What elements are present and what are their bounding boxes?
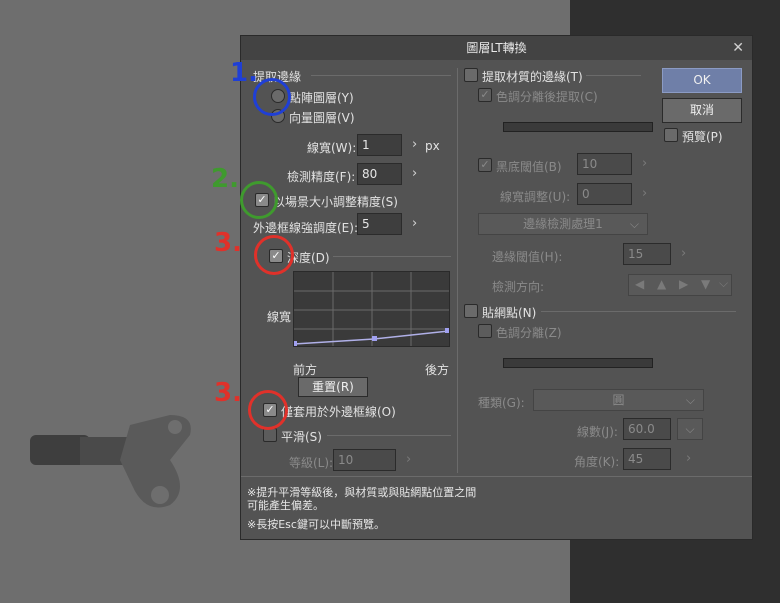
halftone-checkbox[interactable] [464, 304, 478, 318]
graph-back-label: 後方 [425, 363, 450, 377]
key-object-illustration [30, 415, 191, 508]
halftone-label: 貼網點(N) [482, 306, 537, 320]
angle-label: 角度(K): [574, 455, 620, 469]
note-smoothing-line1: ※提升平滑等級後，與材質或與貼網點位置之間 [247, 486, 477, 499]
halftone-color-sep-label: 色調分離(Z) [496, 326, 562, 340]
type-select[interactable]: 圓 ⌵ [533, 389, 704, 411]
cancel-button[interactable]: 取消 [662, 98, 742, 123]
outer-emphasis-input[interactable]: 5 [357, 213, 402, 235]
edge-thresh-input[interactable]: 15 [623, 243, 671, 265]
close-icon[interactable]: ✕ [732, 36, 744, 60]
direction-picker[interactable]: ◀ ▲ ▶ ▼ ⌵ [628, 274, 732, 296]
note-smoothing-line2: 可能產生偏差。 [247, 499, 324, 512]
smooth-checkbox[interactable] [263, 428, 277, 442]
material-color-sep-checkbox[interactable]: ✓ [478, 88, 492, 102]
vector-radio-label: 向量圖層(V) [289, 111, 355, 125]
note-smoothing: ※提升平滑等級後，與材質或與貼網點位置之間 可能產生偏差。 [247, 486, 476, 512]
graph-point[interactable] [372, 336, 377, 341]
graph-point[interactable] [293, 341, 297, 346]
detect-accuracy-label: 檢測精度(F): [287, 170, 356, 184]
note-esc: ※長按Esc鍵可以中斷預覽。 [247, 518, 385, 531]
marker-3a-circle [254, 235, 294, 275]
divider [333, 256, 451, 257]
graph-y-label: 線寬 [267, 310, 292, 324]
arrow-left-icon[interactable]: ◀ [635, 277, 644, 291]
edge-thresh-chevron-icon[interactable]: › [681, 246, 686, 261]
chevron-down-icon: ⌵ [685, 393, 695, 407]
angle-chevron-icon[interactable]: › [686, 451, 691, 466]
line-width-unit: px [425, 139, 440, 153]
apply-outer-label: 僅套用於外邊框線(O) [281, 405, 396, 419]
line-adjust-chevron-icon[interactable]: › [642, 186, 647, 201]
material-extract-label: 提取材質的邊緣(T) [482, 70, 583, 84]
angle-input[interactable]: 45 [623, 448, 671, 470]
black-thresh-chevron-icon[interactable]: › [642, 156, 647, 171]
black-thresh-input[interactable]: 10 [577, 153, 632, 175]
marker-1: 1. [230, 58, 258, 88]
marker-2: 2. [211, 164, 239, 194]
ok-button[interactable]: OK [662, 68, 742, 93]
divider [241, 476, 752, 477]
graph-point[interactable] [445, 328, 450, 333]
direction-label: 檢測方向: [492, 280, 545, 294]
chevron-down-icon: ⌵ [629, 217, 639, 231]
chevron-down-icon: ⌵ [685, 422, 695, 436]
arrow-down-icon[interactable]: ▼ [701, 277, 710, 291]
black-thresh-checkbox[interactable]: ✓ [478, 158, 492, 172]
smooth-level-label: 等級(L): [289, 456, 334, 470]
dialog-titlebar: 圖層LT轉換 [241, 36, 752, 60]
raster-radio-label: 點陣圖層(Y) [289, 91, 354, 105]
layer-lt-conversion-dialog: 圖層LT轉換 ✕ 提取邊緣 點陣圖層(Y) 向量圖層(V) 線寬(W): 1 ›… [240, 35, 753, 540]
outer-emphasis-label: 外邊框線強調度(E): [253, 221, 358, 235]
material-slider-track[interactable] [503, 122, 653, 132]
black-thresh-label: 黑底閾值(B) [496, 160, 562, 174]
divider [327, 435, 451, 436]
marker-3a: 3. [214, 228, 242, 258]
line-width-chevron-icon[interactable]: › [412, 137, 417, 152]
smooth-level-chevron-icon[interactable]: › [406, 452, 411, 467]
dialog-title: 圖層LT轉換 [466, 41, 527, 55]
edge-thresh-label: 邊緣閾值(H): [492, 250, 563, 264]
marker-2-circle [240, 181, 278, 219]
depth-graph[interactable] [293, 271, 450, 347]
limit-label: 以場景大小調整精度(S) [273, 195, 398, 209]
divider [311, 75, 451, 76]
line-width-input[interactable]: 1 [357, 134, 402, 156]
reset-button[interactable]: 重置(R) [298, 377, 368, 397]
type-value: 圓 [612, 393, 625, 407]
preview-checkbox[interactable] [664, 128, 678, 142]
line-adjust-label: 線寬調整(U): [500, 190, 571, 204]
lines-dropdown[interactable]: ⌵ [677, 418, 703, 440]
arrow-right-icon[interactable]: ▶ [679, 277, 688, 291]
line-adjust-input[interactable]: 0 [577, 183, 632, 205]
halftone-color-sep-checkbox[interactable] [478, 324, 492, 338]
detect-accuracy-input[interactable]: 80 [357, 163, 402, 185]
smooth-level-input[interactable]: 10 [333, 449, 396, 471]
graph-front-label: 前方 [293, 363, 318, 377]
lines-label: 線數(J): [577, 425, 618, 439]
detect-accuracy-chevron-icon[interactable]: › [412, 166, 417, 181]
lines-input[interactable]: 60.0 [623, 418, 671, 440]
edge-detect-select[interactable]: 邊緣檢測處理1 ⌵ [478, 213, 648, 235]
halftone-slider-track[interactable] [503, 358, 653, 368]
type-label: 種類(G): [478, 396, 525, 410]
marker-3b-circle [248, 390, 288, 430]
arrow-up-icon[interactable]: ▲ [657, 277, 666, 291]
divider [586, 75, 641, 76]
line-width-label: 線寬(W): [307, 141, 357, 155]
preview-label: 預覽(P) [682, 130, 723, 144]
edge-detect-value: 邊緣檢測處理1 [523, 217, 603, 231]
material-extract-checkbox[interactable] [464, 68, 478, 82]
material-color-sep-label: 色調分離後提取(C) [496, 90, 598, 104]
chevron-down-icon[interactable]: ⌵ [719, 276, 728, 291]
marker-3b: 3. [214, 378, 242, 408]
smooth-label: 平滑(S) [281, 430, 322, 444]
column-divider [457, 68, 458, 473]
outer-emphasis-chevron-icon[interactable]: › [412, 216, 417, 231]
divider [541, 311, 736, 312]
marker-1-circle [253, 78, 291, 116]
